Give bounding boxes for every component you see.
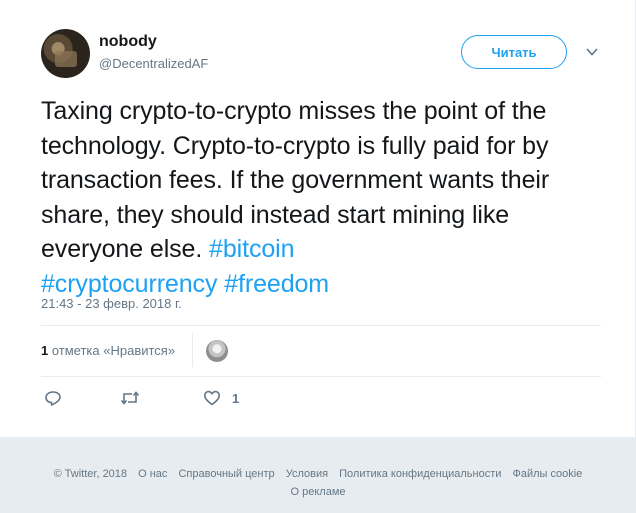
retweet-button[interactable] <box>120 388 140 408</box>
user-handle[interactable]: @DecentralizedAF <box>99 56 208 71</box>
likes-summary[interactable]: 1 отметка «Нравится» <box>41 343 175 358</box>
follow-button[interactable]: Читать <box>461 35 567 69</box>
reply-button[interactable] <box>44 388 62 408</box>
hashtag-bitcoin[interactable]: #bitcoin <box>209 235 294 263</box>
footer-link-about[interactable]: О нас <box>138 468 167 480</box>
divider <box>41 376 601 377</box>
footer-link-terms[interactable]: Условия <box>286 468 328 480</box>
hashtag-freedom[interactable]: #freedom <box>224 270 329 298</box>
avatar[interactable] <box>41 29 90 78</box>
divider <box>41 325 601 326</box>
user-name[interactable]: nobody <box>99 33 157 51</box>
footer-link-ads[interactable]: О рекламе <box>0 483 636 501</box>
footer-copyright: © Twitter, 2018 <box>53 468 128 480</box>
footer: © Twitter, 2018 О нас Справочный центр У… <box>0 465 636 501</box>
liker-avatar[interactable] <box>206 340 228 362</box>
reply-icon <box>45 391 61 406</box>
like-count: 1 <box>232 390 240 406</box>
like-button[interactable]: 1 <box>203 388 239 408</box>
footer-link-privacy[interactable]: Политика конфиденциальности <box>339 468 501 480</box>
tweet-text: Taxing crypto-to-crypto misses the point… <box>41 94 601 301</box>
tweet-body: Taxing crypto-to-crypto misses the point… <box>41 97 550 263</box>
hashtag-cryptocurrency[interactable]: #cryptocurrency <box>41 270 217 298</box>
footer-link-help-center[interactable]: Справочный центр <box>178 468 274 480</box>
heart-icon <box>204 390 220 406</box>
tweet-timestamp[interactable]: 21:43 - 23 февр. 2018 г. <box>41 296 182 311</box>
divider <box>192 333 193 367</box>
footer-link-cookies[interactable]: Файлы cookie <box>512 468 582 480</box>
tweet-card: nobody @DecentralizedAF Читать Taxing cr… <box>0 0 636 437</box>
retweet-icon <box>120 391 140 405</box>
chevron-down-icon[interactable] <box>585 45 599 59</box>
likes-label: отметка «Нравится» <box>48 343 176 358</box>
